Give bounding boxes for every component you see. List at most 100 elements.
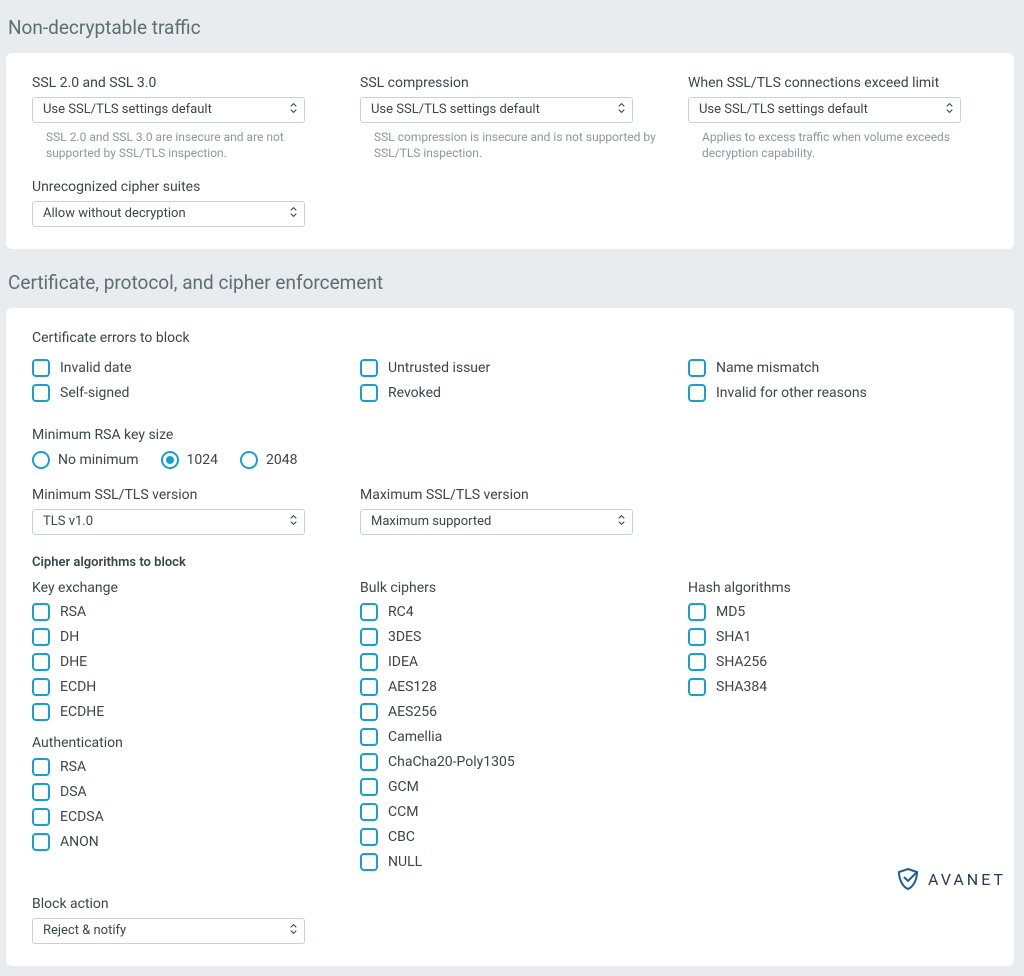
checkbox-hash-md5[interactable] xyxy=(688,603,706,621)
updown-icon xyxy=(290,514,297,526)
ssl23-select-value[interactable]: Use SSL/TLS settings default xyxy=(32,97,305,123)
label-bulk-ccm: CCM xyxy=(388,804,418,820)
label-ke-ecdhe: ECDHE xyxy=(60,704,104,720)
radio-label-2048: 2048 xyxy=(266,452,297,468)
updown-icon xyxy=(290,102,297,114)
checkbox-name-mismatch[interactable] xyxy=(688,359,706,377)
radio-rsa-2048[interactable]: 2048 xyxy=(240,451,297,469)
exceed-select[interactable]: Use SSL/TLS settings default xyxy=(688,97,961,123)
radio-label-no-minimum: No minimum xyxy=(58,452,139,468)
ssl23-select[interactable]: Use SSL/TLS settings default xyxy=(32,97,305,123)
bulk-title: Bulk ciphers xyxy=(360,580,660,596)
checkbox-untrusted-issuer[interactable] xyxy=(360,359,378,377)
checkbox-invalid-other[interactable] xyxy=(688,384,706,402)
max-tls-select-value[interactable]: Maximum supported xyxy=(360,509,633,535)
cipher-suites-select-value[interactable]: Allow without decryption xyxy=(32,201,305,227)
checkbox-auth-rsa[interactable] xyxy=(32,758,50,776)
max-tls-label: Maximum SSL/TLS version xyxy=(360,487,660,503)
block-action-select-value[interactable]: Reject & notify xyxy=(32,918,305,944)
updown-icon xyxy=(290,923,297,935)
checkbox-auth-dsa[interactable] xyxy=(32,783,50,801)
radio-dot-icon xyxy=(166,456,174,464)
label-ke-dhe: DHE xyxy=(60,654,87,670)
label-ke-ecdh: ECDH xyxy=(60,679,96,695)
compression-select-value[interactable]: Use SSL/TLS settings default xyxy=(360,97,633,123)
checkbox-bulk-null[interactable] xyxy=(360,853,378,871)
label-bulk-gcm: GCM xyxy=(388,779,419,795)
card-enforcement: Certificate errors to block Invalid date… xyxy=(6,308,1014,966)
checkbox-ke-dh[interactable] xyxy=(32,628,50,646)
cipher-suites-label: Unrecognized cipher suites xyxy=(32,179,988,195)
updown-icon xyxy=(618,102,625,114)
exceed-hint: Applies to excess traffic when volume ex… xyxy=(688,129,988,161)
checkbox-ke-ecdh[interactable] xyxy=(32,678,50,696)
label-untrusted-issuer: Untrusted issuer xyxy=(388,360,490,376)
label-bulk-rc4: RC4 xyxy=(388,604,414,620)
block-action-label: Block action xyxy=(32,896,988,912)
label-auth-rsa: RSA xyxy=(60,759,86,775)
label-bulk-idea: IDEA xyxy=(388,654,418,670)
min-tls-select-value[interactable]: TLS v1.0 xyxy=(32,509,305,535)
checkbox-self-signed[interactable] xyxy=(32,384,50,402)
brand-text: AVANET xyxy=(928,870,1006,889)
compression-label: SSL compression xyxy=(360,75,660,91)
label-name-mismatch: Name mismatch xyxy=(716,360,819,376)
label-hash-sha256: SHA256 xyxy=(716,654,767,670)
checkbox-bulk-3des[interactable] xyxy=(360,628,378,646)
compression-select[interactable]: Use SSL/TLS settings default xyxy=(360,97,633,123)
label-bulk-aes128: AES128 xyxy=(388,679,437,695)
cipher-suites-select[interactable]: Allow without decryption xyxy=(32,201,305,227)
label-self-signed: Self-signed xyxy=(60,385,129,401)
checkbox-bulk-gcm[interactable] xyxy=(360,778,378,796)
checkbox-invalid-date[interactable] xyxy=(32,359,50,377)
label-hash-sha1: SHA1 xyxy=(716,629,751,645)
compression-hint: SSL compression is insecure and is not s… xyxy=(360,129,660,161)
radio-icon xyxy=(161,451,179,469)
card-nondecryptable: SSL 2.0 and SSL 3.0 Use SSL/TLS settings… xyxy=(6,53,1014,249)
checkbox-bulk-ccm[interactable] xyxy=(360,803,378,821)
checkbox-bulk-chacha[interactable] xyxy=(360,753,378,771)
section-title-enforcement: Certificate, protocol, and cipher enforc… xyxy=(8,271,1012,294)
ssl23-hint: SSL 2.0 and SSL 3.0 are insecure and are… xyxy=(32,129,332,161)
min-tls-select[interactable]: TLS v1.0 xyxy=(32,509,305,535)
label-hash-md5: MD5 xyxy=(716,604,745,620)
radio-rsa-1024[interactable]: 1024 xyxy=(161,451,218,469)
checkbox-hash-sha256[interactable] xyxy=(688,653,706,671)
checkbox-hash-sha1[interactable] xyxy=(688,628,706,646)
rsa-key-label: Minimum RSA key size xyxy=(32,427,988,443)
cert-errors-label: Certificate errors to block xyxy=(32,330,988,346)
radio-label-1024: 1024 xyxy=(187,452,218,468)
ssl23-label: SSL 2.0 and SSL 3.0 xyxy=(32,75,332,91)
checkbox-ke-dhe[interactable] xyxy=(32,653,50,671)
exceed-label: When SSL/TLS connections exceed limit xyxy=(688,75,988,91)
key-exchange-title: Key exchange xyxy=(32,580,332,596)
checkbox-ke-rsa[interactable] xyxy=(32,603,50,621)
checkbox-auth-ecdsa[interactable] xyxy=(32,808,50,826)
block-action-select[interactable]: Reject & notify xyxy=(32,918,305,944)
checkbox-ke-ecdhe[interactable] xyxy=(32,703,50,721)
label-auth-ecdsa: ECDSA xyxy=(60,809,104,825)
max-tls-select[interactable]: Maximum supported xyxy=(360,509,633,535)
brand-logo: AVANET xyxy=(896,867,1006,891)
min-tls-label: Minimum SSL/TLS version xyxy=(32,487,332,503)
checkbox-bulk-cbc[interactable] xyxy=(360,828,378,846)
checkbox-bulk-rc4[interactable] xyxy=(360,603,378,621)
label-auth-dsa: DSA xyxy=(60,784,87,800)
updown-icon xyxy=(290,206,297,218)
checkbox-bulk-camellia[interactable] xyxy=(360,728,378,746)
label-bulk-null: NULL xyxy=(388,854,422,870)
checkbox-bulk-aes256[interactable] xyxy=(360,703,378,721)
radio-rsa-no-minimum[interactable]: No minimum xyxy=(32,451,139,469)
checkbox-auth-anon[interactable] xyxy=(32,833,50,851)
label-auth-anon: ANON xyxy=(60,834,99,850)
checkbox-bulk-aes128[interactable] xyxy=(360,678,378,696)
label-invalid-other: Invalid for other reasons xyxy=(716,385,867,401)
checkbox-revoked[interactable] xyxy=(360,384,378,402)
checkbox-bulk-idea[interactable] xyxy=(360,653,378,671)
cipher-block-title: Cipher algorithms to block xyxy=(32,555,988,570)
label-bulk-cbc: CBC xyxy=(388,829,415,845)
checkbox-hash-sha384[interactable] xyxy=(688,678,706,696)
exceed-select-value[interactable]: Use SSL/TLS settings default xyxy=(688,97,961,123)
label-bulk-camellia: Camellia xyxy=(388,729,442,745)
label-ke-rsa: RSA xyxy=(60,604,86,620)
